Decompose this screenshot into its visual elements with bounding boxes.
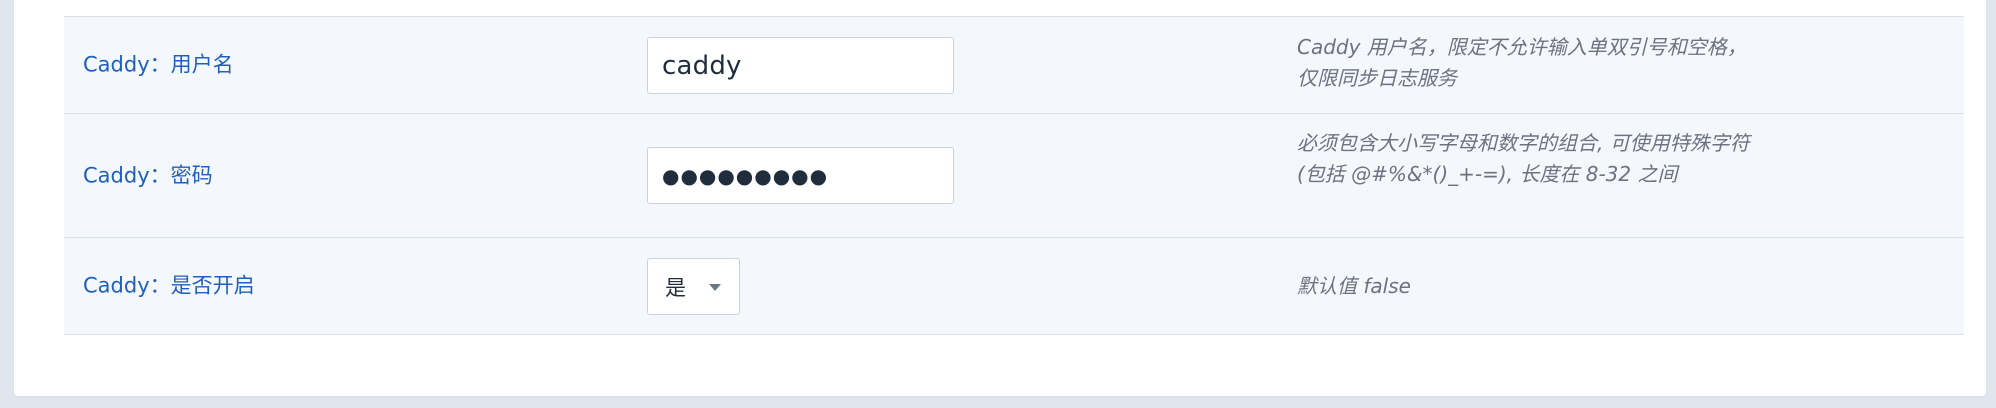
caddy-enabled-selected-value: 是 — [665, 275, 686, 300]
settings-panel: Caddy：用户名 caddy Caddy 用户名，限定不允许输入单双引号和空格… — [14, 0, 1986, 396]
caddy-enabled-help: 默认值 false — [1297, 274, 1411, 298]
caddy-username-help: Caddy 用户名，限定不允许输入单双引号和空格，仅限同步日志服务 — [1297, 35, 1747, 90]
chevron-down-icon — [709, 283, 721, 291]
caddy-username-input[interactable]: caddy — [647, 37, 954, 94]
caddy-password-input[interactable]: ●●●●●●●●● — [647, 147, 954, 204]
caddy-enabled-select[interactable]: 是 — [647, 258, 740, 315]
caddy-password-help: 必须包含大小写字母和数字的组合, 可使用特殊字符(包括 @#%&*()_+-=)… — [1297, 131, 1750, 186]
caddy-username-label: Caddy：用户名 — [83, 52, 234, 77]
caddy-password-label: Caddy：密码 — [83, 163, 213, 187]
setting-row-caddy-username: Caddy：用户名 caddy Caddy 用户名，限定不允许输入单双引号和空格… — [64, 17, 1964, 114]
setting-row-caddy-enabled: Caddy：是否开启 是 默认值 false — [64, 238, 1964, 335]
settings-table: Caddy：用户名 caddy Caddy 用户名，限定不允许输入单双引号和空格… — [64, 16, 1964, 335]
setting-row-caddy-password: Caddy：密码 ●●●●●●●●● 必须包含大小写字母和数字的组合, 可使用特… — [64, 114, 1964, 238]
caddy-enabled-label: Caddy：是否开启 — [83, 273, 255, 298]
